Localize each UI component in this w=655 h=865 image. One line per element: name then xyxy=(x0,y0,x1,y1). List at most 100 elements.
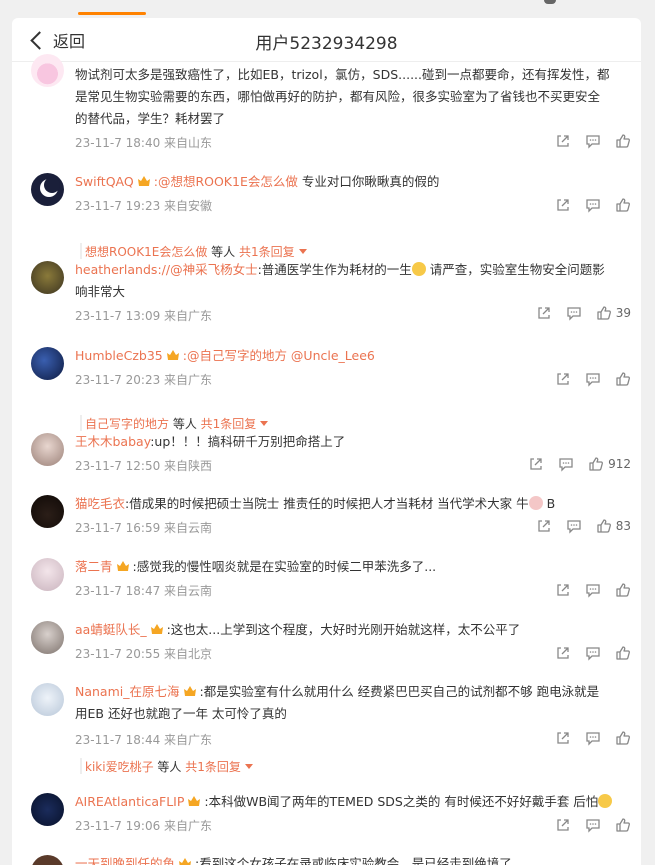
comment-actions xyxy=(541,817,631,833)
comment-username[interactable]: 一天到晚到任的鱼 xyxy=(75,856,175,865)
active-tab-indicator xyxy=(78,12,146,15)
avatar[interactable] xyxy=(31,683,64,716)
avatar[interactable] xyxy=(31,173,64,206)
comment-meta: 23-11-7 16:59 来自云南 xyxy=(75,521,213,535)
comment-username[interactable]: SwiftQAQ xyxy=(75,174,134,189)
comment-username[interactable]: Nanami_在原七海 xyxy=(75,684,180,699)
avatar[interactable] xyxy=(31,495,64,528)
avatar[interactable] xyxy=(31,54,64,87)
comment-text: :up！！！搞科研千万别把命搭上了 xyxy=(150,434,346,449)
share-button[interactable] xyxy=(555,582,571,598)
avatar[interactable] xyxy=(31,558,64,591)
comment-button[interactable] xyxy=(585,730,601,746)
like-button[interactable] xyxy=(615,730,631,746)
comment-button[interactable] xyxy=(585,371,601,387)
share-button[interactable] xyxy=(555,730,571,746)
like-button[interactable] xyxy=(615,645,631,661)
comment-meta: 23-11-7 19:06 来自广东 xyxy=(75,819,213,833)
share-button[interactable] xyxy=(555,197,571,213)
reply-summary: 自己写字的地方 等人 共1条回复 xyxy=(85,415,269,432)
comment-text: :看到这个女孩子在录或临床实验教会，是已经走到绝境了 xyxy=(195,856,512,865)
share-button[interactable] xyxy=(555,645,571,661)
avatar[interactable] xyxy=(31,621,64,654)
like-icon xyxy=(616,134,630,148)
comment-panel: 返回 用户5232934298 物试剂可太多是强致癌性了，比如EB，trizol… xyxy=(12,18,641,865)
comment-item: heatherlands://@神采飞杨女士:普通医学生作为耗材的一生 请严查，… xyxy=(12,259,641,339)
comment-meta: 23-11-7 12:50 来自陕西 xyxy=(75,459,213,473)
page-header: 返回 用户5232934298 xyxy=(12,18,641,62)
comment-icon xyxy=(586,819,600,833)
comment-username[interactable]: 猫吃毛衣 xyxy=(75,496,125,511)
comment-actions xyxy=(541,371,631,387)
comment-text: :借成果的时候把硕士当院士 推责任的时候把人才当耗材 当代学术大家 牛 xyxy=(125,496,529,511)
comment-text: 是常见生物实验需要的东西，哪怕做再好的防护，都有风险，很多实验室为了省钱也不买更… xyxy=(75,89,601,104)
share-icon xyxy=(557,647,569,659)
comment-text: 的替代品，学生？耗材罢了 xyxy=(75,111,226,126)
like-icon xyxy=(597,306,611,320)
share-button[interactable] xyxy=(555,817,571,833)
comment-button[interactable] xyxy=(585,197,601,213)
reply-mid-text: 等人 xyxy=(169,417,201,431)
comment-item: 一天到晚到任的鱼 :看到这个女孩子在录或临床实验教会，是已经走到绝境了 xyxy=(12,853,641,865)
comment-button[interactable] xyxy=(566,305,582,321)
avatar[interactable] xyxy=(31,261,64,294)
like-button[interactable] xyxy=(615,133,631,149)
comment-button[interactable] xyxy=(585,817,601,833)
like-button[interactable] xyxy=(615,197,631,213)
like-button[interactable] xyxy=(615,817,631,833)
share-button[interactable] xyxy=(536,518,552,534)
comment-username[interactable]: 王木木babay xyxy=(75,434,150,449)
reply-count-link[interactable]: 共1条回复 xyxy=(201,417,257,431)
reply-divider xyxy=(80,243,82,259)
comment-mention[interactable]: ://@神采飞杨女士 xyxy=(157,262,257,277)
reply-username[interactable]: kiki爱吃桃子 xyxy=(85,760,154,774)
share-button[interactable] xyxy=(555,133,571,149)
share-icon xyxy=(557,732,569,744)
comment-text: B xyxy=(542,496,556,511)
comment-button[interactable] xyxy=(566,518,582,534)
reply-summary: 想想ROOK1E会怎么做 等人 共1条回复 xyxy=(85,243,307,260)
avatar[interactable] xyxy=(31,347,64,380)
share-icon xyxy=(557,199,569,211)
like-button[interactable]: 39 xyxy=(596,305,631,321)
comment-mention[interactable]: :@自己写字的地方 @Uncle_Lee6 xyxy=(183,348,375,363)
comment-username[interactable]: HumbleCzb35 xyxy=(75,348,163,363)
reply-username[interactable]: 想想ROOK1E会怎么做 xyxy=(85,245,207,259)
reply-username[interactable]: 自己写字的地方 xyxy=(85,417,169,431)
reply-divider xyxy=(80,758,82,774)
comment-meta: 23-11-7 13:09 来自广东 xyxy=(75,309,213,323)
comment-button[interactable] xyxy=(585,582,601,598)
like-button[interactable]: 912 xyxy=(588,456,631,472)
avatar[interactable] xyxy=(31,433,64,466)
reply-count-link[interactable]: 共1条回复 xyxy=(185,760,241,774)
comment-username[interactable]: heatherlands xyxy=(75,262,157,277)
comment-username[interactable]: 落二青 xyxy=(75,559,113,574)
comment-icon xyxy=(559,458,573,472)
comment-actions: 912 xyxy=(514,456,631,472)
comment-text: 专业对口你瞅瞅真的假的 xyxy=(297,174,440,189)
like-button[interactable] xyxy=(615,371,631,387)
comment-button[interactable] xyxy=(585,133,601,149)
avatar[interactable] xyxy=(31,855,64,865)
comment-icon xyxy=(586,584,600,598)
share-button[interactable] xyxy=(555,371,571,387)
reply-count-link[interactable]: 共1条回复 xyxy=(239,245,295,259)
page-title: 用户5232934298 xyxy=(255,34,398,54)
avatar[interactable] xyxy=(31,793,64,826)
comment-text: :感觉我的慢性咽炎就是在实验室的时候二甲苯洗多了... xyxy=(132,559,437,574)
like-button[interactable]: 83 xyxy=(596,518,631,534)
share-button[interactable] xyxy=(528,456,544,472)
comment-actions xyxy=(541,133,631,149)
share-button[interactable] xyxy=(536,305,552,321)
comment-actions xyxy=(541,197,631,213)
comment-mention[interactable]: :@想想ROOK1E会怎么做 xyxy=(154,174,298,189)
comment-button[interactable] xyxy=(558,456,574,472)
like-button[interactable] xyxy=(615,582,631,598)
comment-username[interactable]: aa蜻蜓队长_ xyxy=(75,622,147,637)
crown-badge-icon xyxy=(188,796,201,806)
crown-badge-icon xyxy=(183,686,196,696)
comment-text: 请严查，实验室生物安全问题影 xyxy=(425,262,605,277)
like-count: 39 xyxy=(615,306,631,320)
comment-button[interactable] xyxy=(585,645,601,661)
comment-username[interactable]: AIREAtlanticaFLIP xyxy=(75,794,184,809)
